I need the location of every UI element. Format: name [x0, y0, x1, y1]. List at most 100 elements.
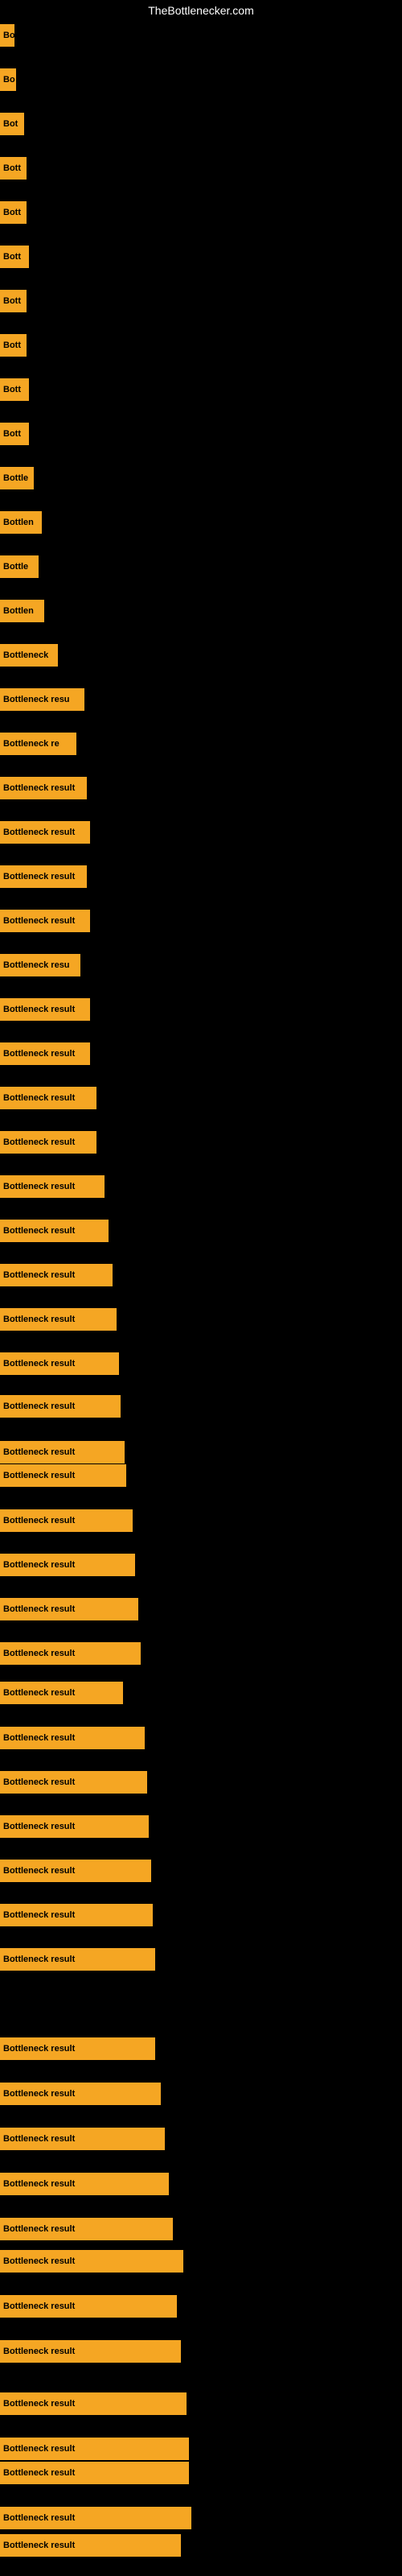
- bar-item-27: Bottleneck result: [0, 1175, 105, 1198]
- bar-label-38: Bottleneck result: [0, 1642, 141, 1665]
- bar-item-24: Bottleneck result: [0, 1042, 90, 1065]
- bar-item-20: Bottleneck result: [0, 865, 87, 888]
- bar-label-14: Bottlen: [0, 600, 44, 622]
- bar-item-38: Bottleneck result: [0, 1642, 141, 1665]
- bar-item-46: Bottleneck result: [0, 2037, 155, 2060]
- bar-item-47: Bottleneck result: [0, 2083, 161, 2105]
- site-title: TheBottlenecker.com: [148, 4, 254, 17]
- bar-label-13: Bottle: [0, 555, 39, 578]
- bar-label-10: Bott: [0, 423, 29, 445]
- bar-item-7: Bott: [0, 290, 27, 312]
- bar-item-33: Bottleneck result: [0, 1441, 125, 1463]
- bar-item-34: Bottleneck result: [0, 1464, 126, 1487]
- bar-label-40: Bottleneck result: [0, 1727, 145, 1749]
- bar-item-14: Bottlen: [0, 600, 44, 622]
- bar-item-51: Bottleneck result: [0, 2250, 183, 2273]
- bar-label-57: Bottleneck result: [0, 2507, 191, 2529]
- bar-label-1: Bo: [0, 24, 14, 47]
- bar-item-54: Bottleneck result: [0, 2392, 187, 2415]
- bar-item-53: Bottleneck result: [0, 2340, 181, 2363]
- bar-label-52: Bottleneck result: [0, 2295, 177, 2318]
- bar-label-32: Bottleneck result: [0, 1395, 121, 1418]
- bar-item-32: Bottleneck result: [0, 1395, 121, 1418]
- bar-label-28: Bottleneck result: [0, 1220, 109, 1242]
- bar-item-11: Bottle: [0, 467, 34, 489]
- bar-label-41: Bottleneck result: [0, 1771, 147, 1794]
- bar-item-37: Bottleneck result: [0, 1598, 138, 1620]
- bar-item-3: Bot: [0, 113, 24, 135]
- bar-label-3: Bot: [0, 113, 24, 135]
- bar-item-16: Bottleneck resu: [0, 688, 84, 711]
- bar-item-12: Bottlen: [0, 511, 42, 534]
- bar-item-44: Bottleneck result: [0, 1904, 153, 1926]
- bar-label-18: Bottleneck result: [0, 777, 87, 799]
- bar-label-20: Bottleneck result: [0, 865, 87, 888]
- bar-item-56: Bottleneck result: [0, 2462, 189, 2484]
- bar-item-29: Bottleneck result: [0, 1264, 113, 1286]
- bar-item-26: Bottleneck result: [0, 1131, 96, 1154]
- bar-label-26: Bottleneck result: [0, 1131, 96, 1154]
- bar-item-45: Bottleneck result: [0, 1948, 155, 1971]
- bar-label-44: Bottleneck result: [0, 1904, 153, 1926]
- bar-item-40: Bottleneck result: [0, 1727, 145, 1749]
- bar-item-58: Bottleneck result: [0, 2534, 181, 2557]
- bar-label-9: Bott: [0, 378, 29, 401]
- bar-label-56: Bottleneck result: [0, 2462, 189, 2484]
- bar-label-4: Bott: [0, 157, 27, 180]
- bar-label-19: Bottleneck result: [0, 821, 90, 844]
- bar-label-35: Bottleneck result: [0, 1509, 133, 1532]
- bar-label-37: Bottleneck result: [0, 1598, 138, 1620]
- bar-item-39: Bottleneck result: [0, 1682, 123, 1704]
- bar-label-36: Bottleneck result: [0, 1554, 135, 1576]
- bar-item-17: Bottleneck re: [0, 733, 76, 755]
- bar-item-49: Bottleneck result: [0, 2173, 169, 2195]
- bar-item-15: Bottleneck: [0, 644, 58, 667]
- bar-item-2: Bo: [0, 68, 16, 91]
- bar-label-47: Bottleneck result: [0, 2083, 161, 2105]
- bar-label-46: Bottleneck result: [0, 2037, 155, 2060]
- bar-label-27: Bottleneck result: [0, 1175, 105, 1198]
- bar-label-17: Bottleneck re: [0, 733, 76, 755]
- bar-label-29: Bottleneck result: [0, 1264, 113, 1286]
- bar-label-8: Bott: [0, 334, 27, 357]
- bar-item-55: Bottleneck result: [0, 2438, 189, 2460]
- bar-label-25: Bottleneck result: [0, 1087, 96, 1109]
- bar-label-24: Bottleneck result: [0, 1042, 90, 1065]
- bar-label-43: Bottleneck result: [0, 1860, 151, 1882]
- bar-item-43: Bottleneck result: [0, 1860, 151, 1882]
- bar-label-54: Bottleneck result: [0, 2392, 187, 2415]
- bar-item-41: Bottleneck result: [0, 1771, 147, 1794]
- bar-item-42: Bottleneck result: [0, 1815, 149, 1838]
- bar-label-21: Bottleneck result: [0, 910, 90, 932]
- bar-label-34: Bottleneck result: [0, 1464, 126, 1487]
- bar-item-57: Bottleneck result: [0, 2507, 191, 2529]
- bar-label-50: Bottleneck result: [0, 2218, 173, 2240]
- bar-label-55: Bottleneck result: [0, 2438, 189, 2460]
- bar-item-6: Bott: [0, 246, 29, 268]
- bar-item-9: Bott: [0, 378, 29, 401]
- bar-item-28: Bottleneck result: [0, 1220, 109, 1242]
- bar-item-30: Bottleneck result: [0, 1308, 117, 1331]
- bar-item-1: Bo: [0, 24, 14, 47]
- bar-label-31: Bottleneck result: [0, 1352, 119, 1375]
- bar-label-51: Bottleneck result: [0, 2250, 183, 2273]
- bar-item-35: Bottleneck result: [0, 1509, 133, 1532]
- bar-label-12: Bottlen: [0, 511, 42, 534]
- bar-item-19: Bottleneck result: [0, 821, 90, 844]
- bar-label-48: Bottleneck result: [0, 2128, 165, 2150]
- bar-item-52: Bottleneck result: [0, 2295, 177, 2318]
- bar-item-10: Bott: [0, 423, 29, 445]
- bar-label-45: Bottleneck result: [0, 1948, 155, 1971]
- bar-item-5: Bott: [0, 201, 27, 224]
- bar-label-42: Bottleneck result: [0, 1815, 149, 1838]
- bar-label-33: Bottleneck result: [0, 1441, 125, 1463]
- bar-item-48: Bottleneck result: [0, 2128, 165, 2150]
- bar-label-16: Bottleneck resu: [0, 688, 84, 711]
- bar-item-36: Bottleneck result: [0, 1554, 135, 1576]
- bar-item-25: Bottleneck result: [0, 1087, 96, 1109]
- bar-label-6: Bott: [0, 246, 29, 268]
- bar-label-23: Bottleneck result: [0, 998, 90, 1021]
- bar-item-31: Bottleneck result: [0, 1352, 119, 1375]
- bar-item-50: Bottleneck result: [0, 2218, 173, 2240]
- bar-label-2: Bo: [0, 68, 16, 91]
